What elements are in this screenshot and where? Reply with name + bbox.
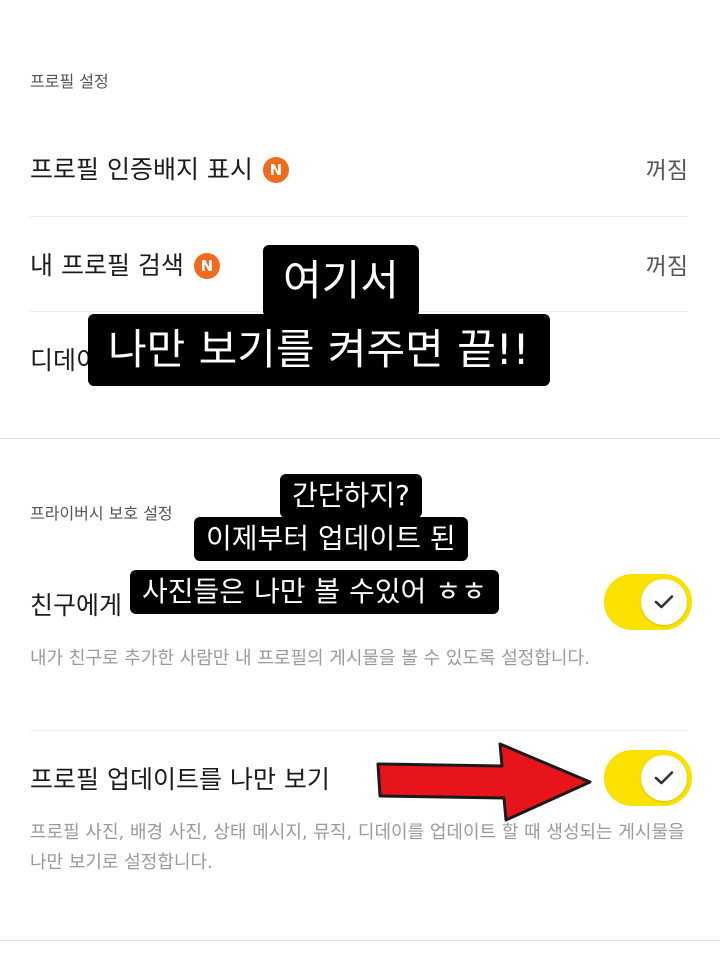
friends-only-label: 친구에게 bbox=[30, 591, 123, 620]
new-badge-icon: N bbox=[193, 253, 220, 279]
new-badge-icon: N bbox=[262, 157, 289, 183]
caption-mid-line2: 이제부터 업데이트 된 bbox=[194, 517, 468, 561]
only-me-toggle[interactable] bbox=[604, 750, 692, 806]
section-divider bbox=[0, 438, 720, 439]
section-divider bbox=[0, 940, 720, 941]
verification-badge-label: 프로필 인증배지 표시 bbox=[30, 155, 253, 184]
row-label-wrap: 내 프로필 검색 N bbox=[30, 246, 220, 282]
friends-only-description: 내가 친구로 추가한 사람만 내 프로필의 게시물을 볼 수 있도록 설정합니다… bbox=[30, 648, 590, 669]
caption-mid-line1: 간단하지? bbox=[280, 474, 422, 518]
red-arrow-icon bbox=[376, 742, 592, 822]
friends-only-toggle[interactable] bbox=[604, 574, 692, 630]
toggle-knob bbox=[641, 755, 687, 801]
profile-search-label: 내 프로필 검색 bbox=[30, 251, 184, 280]
caption-mid-line3: 사진들은 나만 볼 수있어 ㅎㅎ bbox=[130, 570, 499, 614]
only-me-label: 프로필 업데이트를 나만 보기 bbox=[30, 765, 330, 794]
toggle-knob bbox=[641, 579, 687, 625]
check-icon bbox=[654, 595, 674, 609]
caption-top-line1: 여기서 bbox=[263, 245, 419, 317]
row-label-wrap: 프로필 인증배지 표시 N bbox=[30, 150, 289, 186]
profile-search-value: 꺼짐 bbox=[645, 254, 688, 280]
row-verification-badge[interactable]: 프로필 인증배지 표시 N 꺼짐 bbox=[30, 120, 688, 216]
check-icon bbox=[654, 771, 674, 785]
verification-badge-value: 꺼짐 bbox=[645, 158, 688, 184]
only-me-description: 프로필 사진, 배경 사진, 상태 메시지, 뮤직, 디데이를 업데이트 할 때… bbox=[30, 822, 685, 873]
profile-settings-header: 프로필 설정 bbox=[30, 72, 109, 91]
caption-top-line2: 나만 보기를 켜주면 끝!! bbox=[88, 314, 550, 386]
privacy-settings-header: 프라이버시 보호 설정 bbox=[30, 504, 173, 523]
